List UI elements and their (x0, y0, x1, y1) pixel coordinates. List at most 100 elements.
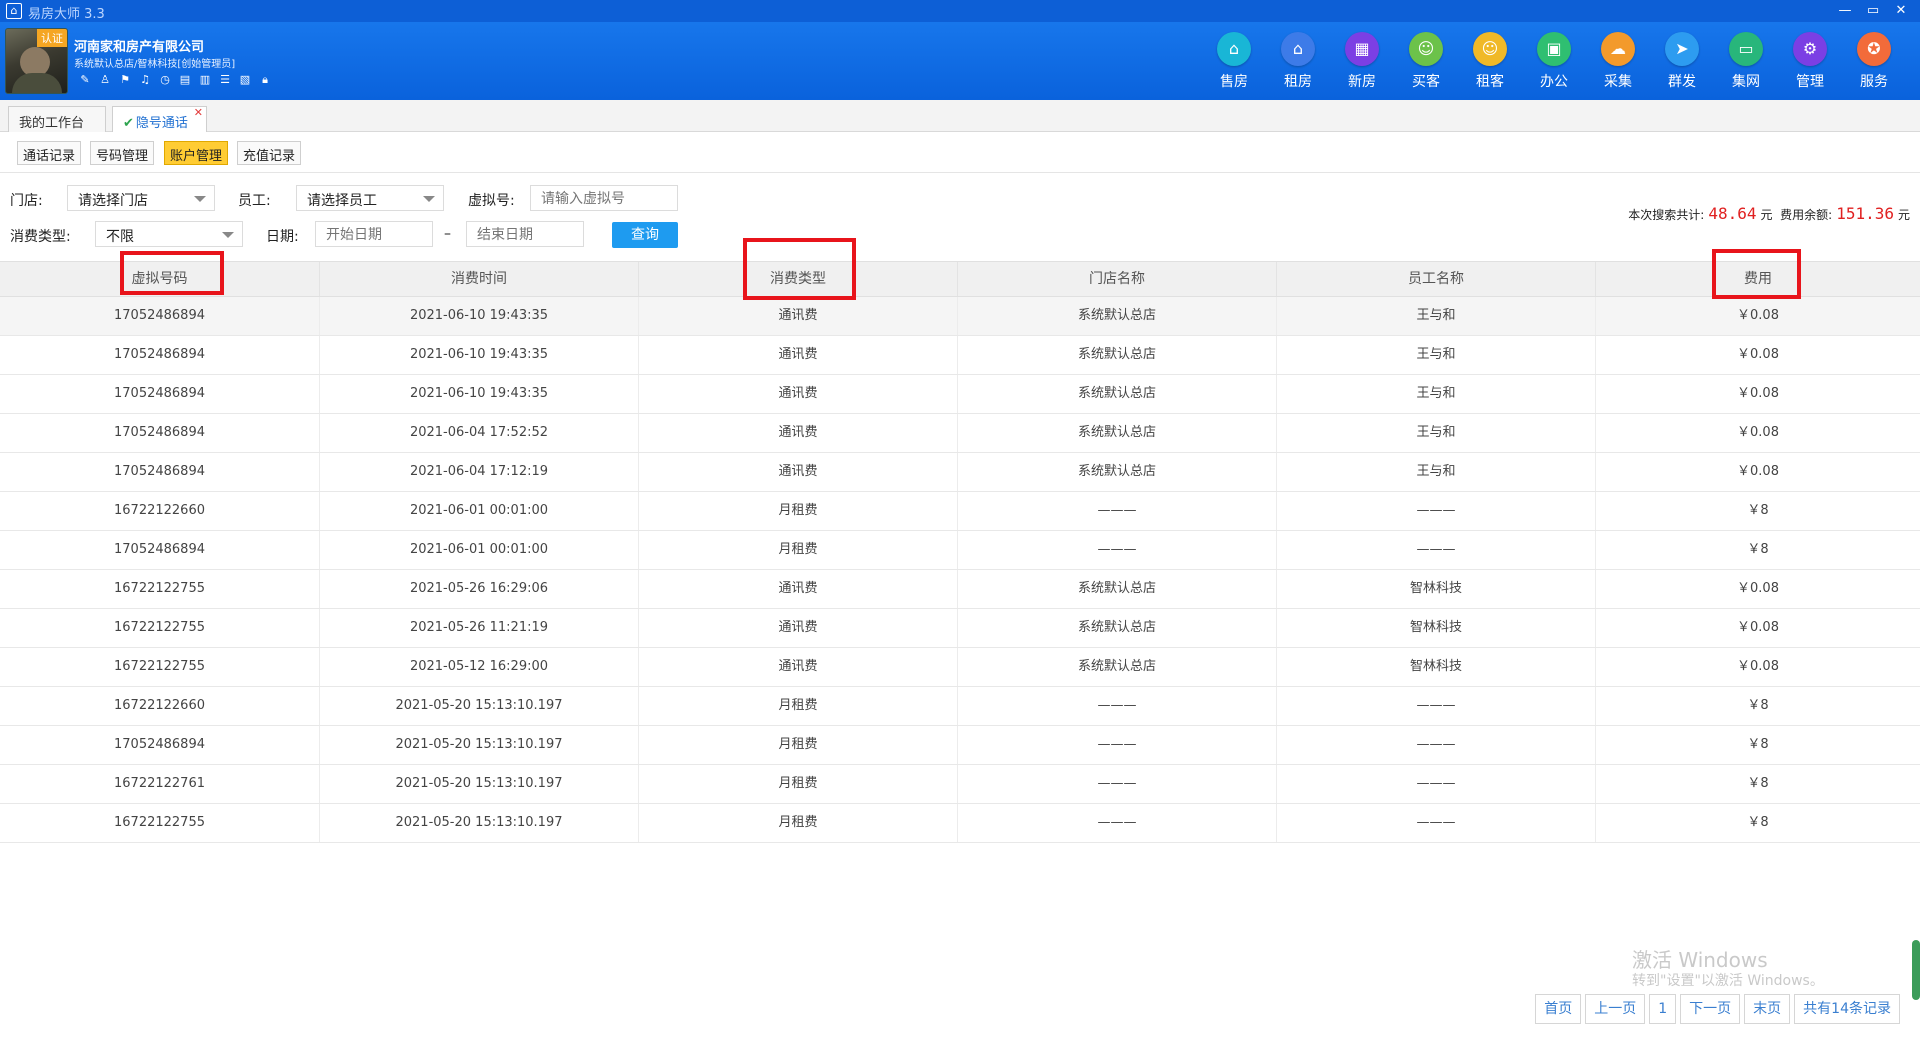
table-row[interactable]: 16722122761 2021-05-20 15:13:10.197 月租费 ———… (0, 765, 1920, 804)
total-value: 48.64 (1708, 204, 1757, 223)
restore-icon[interactable]: ▭ (1862, 2, 1884, 20)
cell-virtual-number: 16722122660 (0, 492, 320, 530)
col-fee[interactable]: 费用 (1596, 262, 1920, 296)
virtual-number-input[interactable] (530, 185, 678, 211)
cell-virtual-number: 17052486894 (0, 531, 320, 569)
tab-workbench[interactable]: 我的工作台 (8, 106, 106, 132)
cell-virtual-number: 16722122660 (0, 687, 320, 725)
table-row[interactable]: 17052486894 2021-06-10 19:43:35 通讯费 系统默认总店王… (0, 297, 1920, 336)
cell-consume-type: 通讯费 (639, 648, 958, 686)
virtual-number-label: 虚拟号: (468, 193, 515, 209)
cell-staff-name: 智林科技 (1277, 570, 1596, 608)
scrollbar-thumb[interactable] (1912, 940, 1920, 1000)
main-nav: ⌂ 售房 ⌂ 租房 ▦ 新房 ☺ 买客 ☺ 租客 ▣ 办公 ☁ 采集 ➤ 群发 ▭ 集网 ⚙ 管理 … (1212, 32, 1896, 91)
activation-watermark-text: 转到"设置"以激活 Windows。 (1632, 973, 1824, 989)
last-page-button[interactable]: 末页 (1744, 994, 1791, 1024)
start-date-input[interactable] (315, 221, 433, 247)
search-summary: 本次搜索共计: 48.64 元 费用余额: 151.36 元 (1628, 204, 1910, 223)
app-header: ⌂ 易房大师 3.3 — ▭ ✕ 认证 河南家和房产有限公司 系统默认总店/智林… (0, 0, 1920, 100)
query-button[interactable]: 查询 (612, 222, 678, 248)
staff-label: 员工: (238, 193, 271, 209)
staff-select[interactable]: 请选择员工 (296, 185, 444, 211)
end-date-input[interactable] (466, 221, 584, 247)
house-icon: ⌂ (1217, 32, 1251, 66)
prev-page-button[interactable]: 上一页 (1585, 994, 1646, 1024)
cell-consume-type: 通讯费 (639, 414, 958, 452)
cell-fee: ￥0.08 (1737, 620, 1779, 635)
file-icon[interactable]: ▥ (198, 73, 212, 87)
cell-consume-type: 通讯费 (639, 609, 958, 647)
nav-tenant[interactable]: ☺ 租客 (1468, 32, 1512, 91)
table-row[interactable]: 16722122660 2021-05-20 15:13:10.197 月租费 ———… (0, 687, 1920, 726)
minimize-icon[interactable]: — (1834, 2, 1856, 20)
nav-office[interactable]: ▣ 办公 (1532, 32, 1576, 91)
rent-house-icon: ⌂ (1281, 32, 1315, 66)
card-icon[interactable]: ▧ (238, 73, 252, 87)
pen-icon[interactable]: ✎ (78, 73, 92, 87)
cell-consume-time: 2021-06-10 19:43:35 (320, 297, 639, 335)
clipboard-icon[interactable]: ▤ (178, 73, 192, 87)
lock-icon[interactable]: 🔒︎ (258, 73, 272, 87)
close-icon[interactable]: ✕ (1890, 2, 1912, 20)
cell-fee: ￥0.08 (1737, 347, 1779, 362)
nav-rent-house[interactable]: ⌂ 租房 (1276, 32, 1320, 91)
cell-virtual-number: 17052486894 (0, 297, 320, 335)
tenant-icon: ☺ (1473, 32, 1507, 66)
total-label: 本次搜索共计: (1628, 208, 1705, 222)
store-select[interactable]: 请选择门店 (67, 185, 215, 211)
table-row[interactable]: 17052486894 2021-05-20 15:13:10.197 月租费 ———… (0, 726, 1920, 765)
page-number[interactable]: 1 (1649, 994, 1677, 1024)
nav-manage[interactable]: ⚙ 管理 (1788, 32, 1832, 91)
table-row[interactable]: 17052486894 2021-06-01 00:01:00 月租费 ——— ——— ￥… (0, 531, 1920, 570)
col-virtual-number[interactable]: 虚拟号码 (0, 262, 320, 296)
list-icon[interactable]: ☰ (218, 73, 232, 87)
consume-type-select[interactable]: 不限 (95, 221, 243, 247)
table-row[interactable]: 17052486894 2021-06-10 19:43:35 通讯费 系统默认总店王… (0, 375, 1920, 414)
table-row[interactable]: 16722122755 2021-05-26 11:21:19 通讯费 系统默认总店智… (0, 609, 1920, 648)
subtab-account-management[interactable]: 账户管理 (164, 141, 229, 165)
col-consume-type[interactable]: 消费类型 (639, 262, 958, 296)
nav-collect[interactable]: ☁ 采集 (1596, 32, 1640, 91)
nav-service[interactable]: ✪ 服务 (1852, 32, 1896, 91)
table-row[interactable]: 16722122755 2021-05-20 15:13:10.197 月租费 ———… (0, 804, 1920, 843)
activation-watermark-title: 激活 Windows (1632, 948, 1768, 972)
nav-network[interactable]: ▭ 集网 (1724, 32, 1768, 91)
table-row[interactable]: 17052486894 2021-06-04 17:12:19 通讯费 系统默认总店王… (0, 453, 1920, 492)
gear-icon: ⚙ (1793, 32, 1827, 66)
clock-icon[interactable]: ◷ (158, 73, 172, 87)
close-tab-icon[interactable]: ✕ (194, 106, 203, 119)
cell-fee: ￥8 (1747, 698, 1769, 713)
cell-consume-type: 通讯费 (639, 375, 958, 413)
subtab-call-records[interactable]: 通话记录 (17, 141, 82, 165)
cell-fee: ￥0.08 (1737, 386, 1779, 401)
cell-fee: ￥0.08 (1737, 659, 1779, 674)
subtab-number-management[interactable]: 号码管理 (90, 141, 155, 165)
tab-strip: 我的工作台 ✔ 隐号通话 ✕ (0, 100, 1920, 132)
next-page-button[interactable]: 下一页 (1680, 994, 1741, 1024)
shirt-icon[interactable]: ♙ (98, 73, 112, 87)
table-row[interactable]: 16722122755 2021-05-12 16:29:00 通讯费 系统默认总店智… (0, 648, 1920, 687)
table-row[interactable]: 17052486894 2021-06-04 17:52:52 通讯费 系统默认总店王… (0, 414, 1920, 453)
first-page-button[interactable]: 首页 (1535, 994, 1582, 1024)
cell-store-name: ——— (958, 531, 1277, 569)
table-row[interactable]: 16722122660 2021-06-01 00:01:00 月租费 ——— ——— ￥… (0, 492, 1920, 531)
flag-icon[interactable]: ⚑ (118, 73, 132, 87)
cell-store-name: 系统默认总店 (958, 375, 1277, 413)
bell-icon[interactable]: ♫ (138, 73, 152, 87)
table-row[interactable]: 17052486894 2021-06-10 19:43:35 通讯费 系统默认总店王… (0, 336, 1920, 375)
nav-new-house[interactable]: ▦ 新房 (1340, 32, 1384, 91)
cell-consume-type: 月租费 (639, 804, 958, 842)
nav-sell-house[interactable]: ⌂ 售房 (1212, 32, 1256, 91)
col-consume-time[interactable]: 消费时间 (320, 262, 639, 296)
cell-fee: ￥8 (1747, 815, 1769, 830)
col-store-name[interactable]: 门店名称 (958, 262, 1277, 296)
cell-consume-type: 通讯费 (639, 336, 958, 374)
send-icon: ➤ (1665, 32, 1699, 66)
table-row[interactable]: 16722122755 2021-05-26 16:29:06 通讯费 系统默认总店智… (0, 570, 1920, 609)
tab-hidden-call[interactable]: ✔ 隐号通话 ✕ (112, 106, 207, 132)
nav-broadcast[interactable]: ➤ 群发 (1660, 32, 1704, 91)
subtab-recharge-records[interactable]: 充值记录 (237, 141, 302, 165)
avatar[interactable]: 认证 (5, 28, 68, 94)
col-staff-name[interactable]: 员工名称 (1277, 262, 1596, 296)
nav-buyer[interactable]: ☺ 买客 (1404, 32, 1448, 91)
